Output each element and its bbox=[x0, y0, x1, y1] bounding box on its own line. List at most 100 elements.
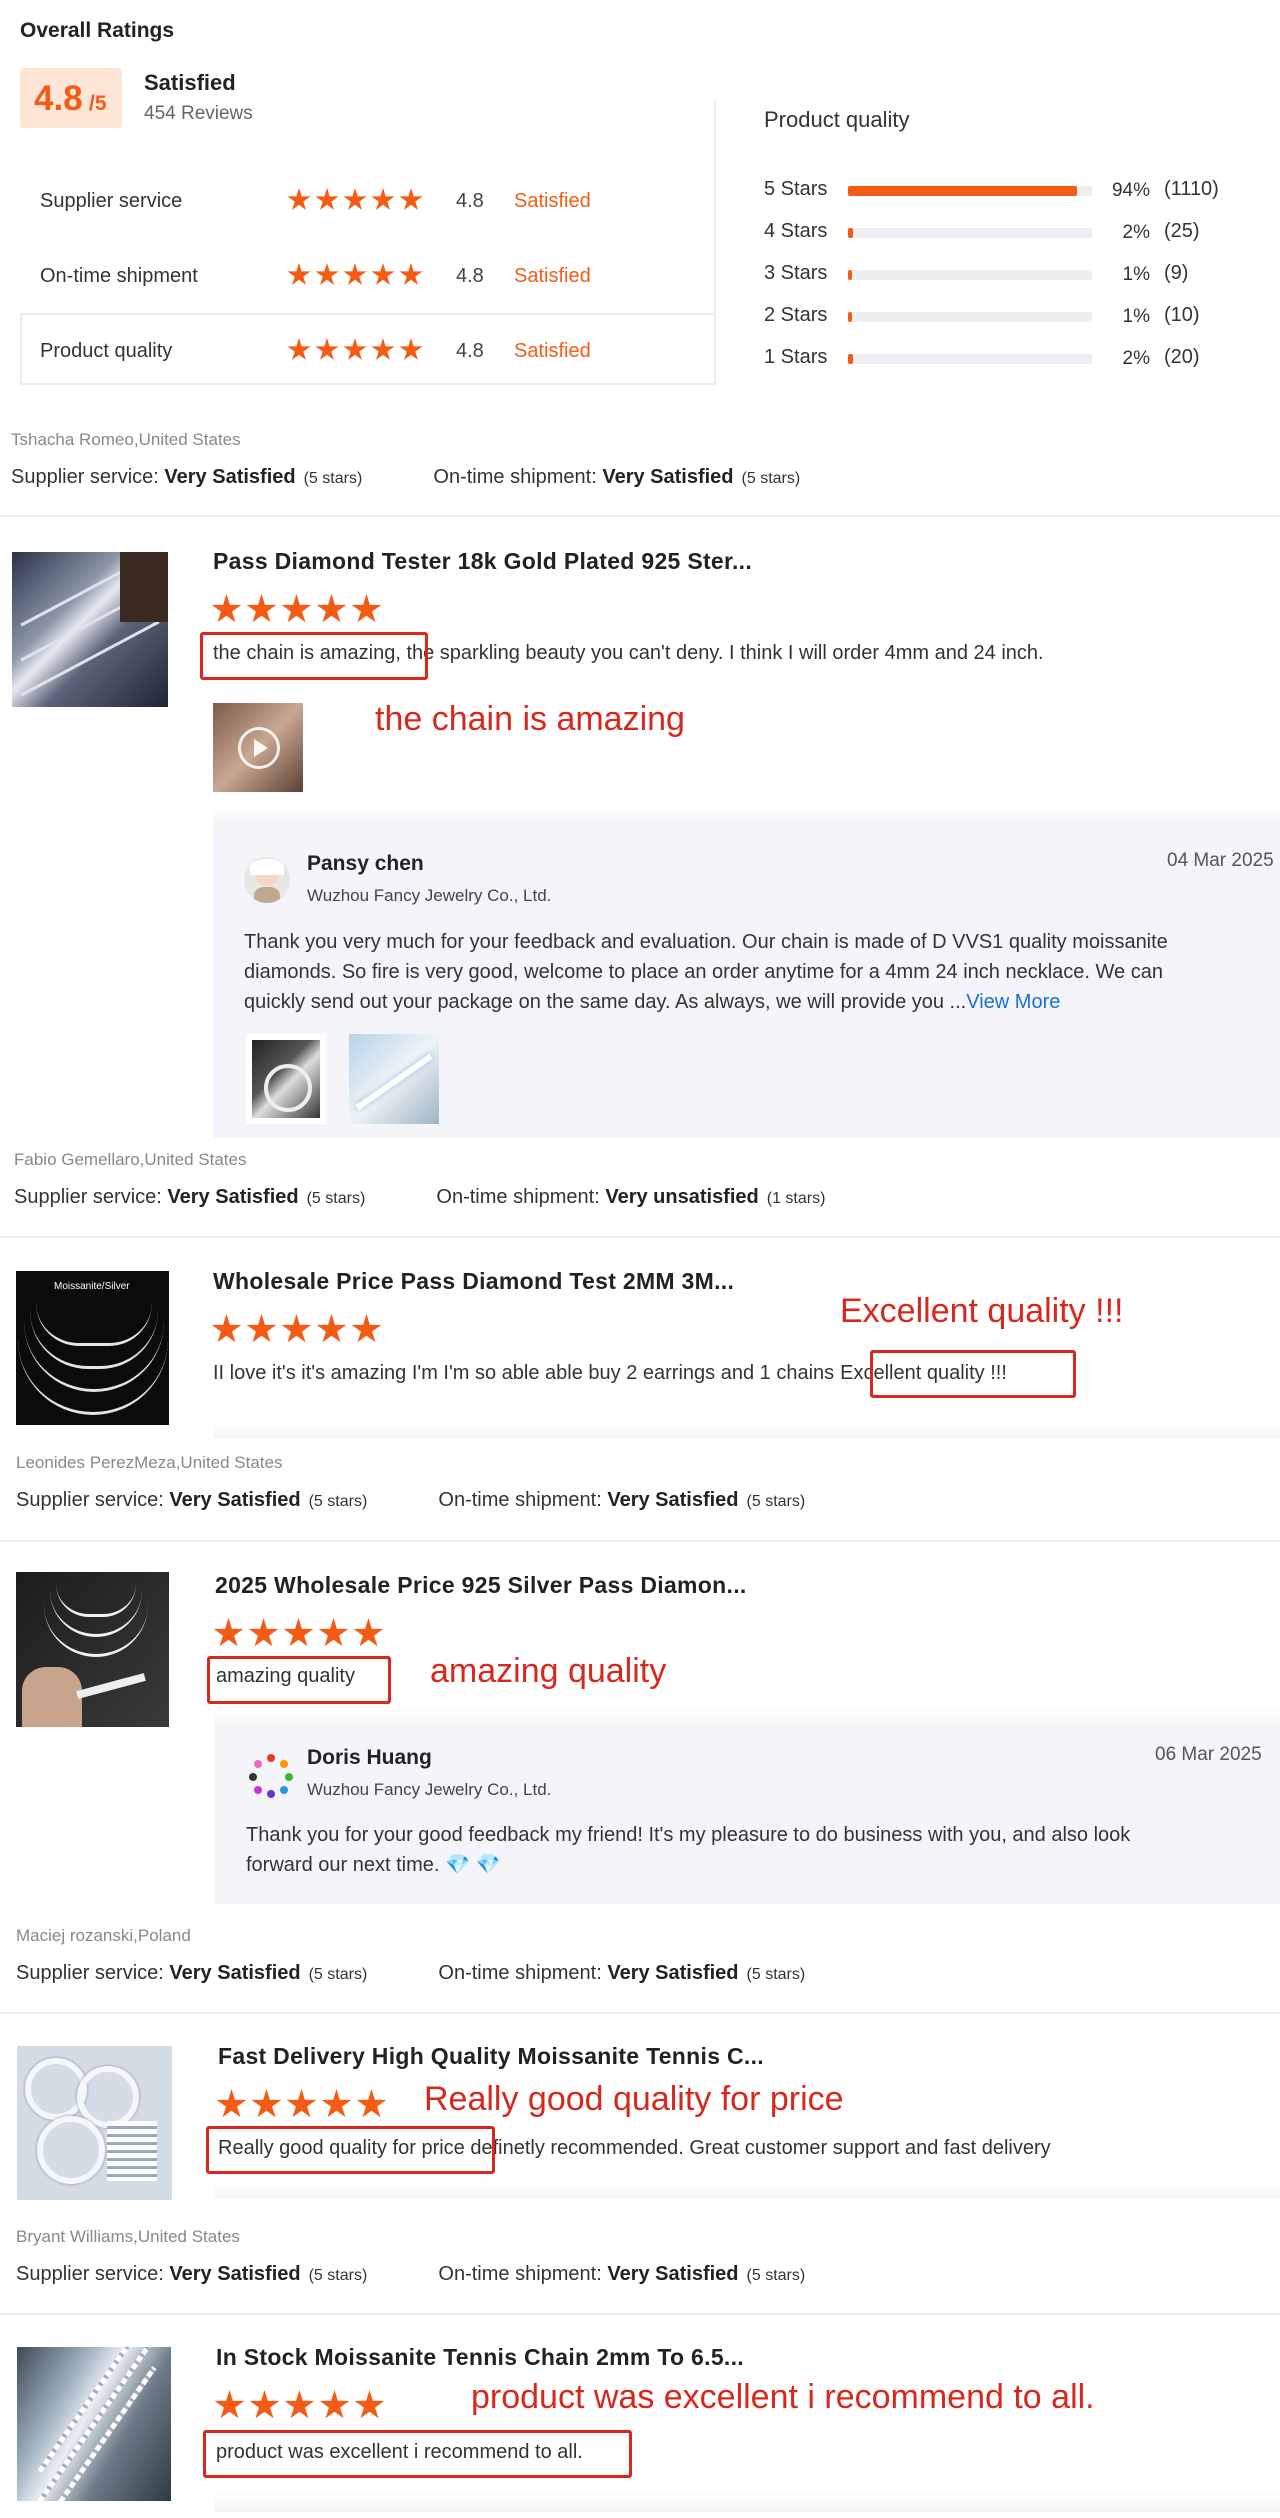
product-title[interactable]: Pass Diamond Tester 18k Gold Plated 925 … bbox=[213, 548, 752, 575]
product-thumbnail[interactable] bbox=[17, 2046, 172, 2200]
supplier-service-label: Supplier service: bbox=[16, 1962, 164, 1984]
review-ratings-line: Supplier service: Very Satisfied (5 stars… bbox=[16, 2263, 805, 2286]
star-icon bbox=[351, 594, 382, 623]
star-icon bbox=[321, 2089, 352, 2118]
category-label: Supplier service bbox=[40, 190, 183, 212]
reply-fade bbox=[215, 2180, 1280, 2198]
star-icon bbox=[246, 1314, 277, 1343]
star-icon bbox=[399, 188, 423, 210]
reviewer-name: Maciej rozanski,Poland bbox=[16, 1926, 191, 1945]
reply-fade bbox=[213, 803, 1280, 825]
product-title[interactable]: Wholesale Price Pass Diamond Test 2MM 3M… bbox=[213, 1268, 734, 1295]
supplier-service-label: Supplier service: bbox=[16, 2263, 164, 2285]
reply-avatar bbox=[244, 857, 290, 903]
ontime-shipment-rating: Very unsatisfied bbox=[605, 1186, 759, 1208]
ontime-shipment-label: On-time shipment: bbox=[438, 1489, 602, 1511]
review-ratings-line: Supplier service: Very Satisfied (5 stars… bbox=[11, 466, 800, 489]
star-level-label: 5 Stars bbox=[764, 178, 828, 200]
star-level-label: 4 Stars bbox=[764, 220, 828, 242]
highlight-box bbox=[870, 1350, 1076, 1398]
supplier-reply: Pansy chen Wuzhou Fancy Jewelry Co., Ltd… bbox=[213, 825, 1280, 1138]
product-thumbnail[interactable] bbox=[16, 1572, 169, 1727]
rating-category-row: Supplier service 4.8 Satisfied bbox=[40, 188, 700, 218]
reply-fade bbox=[215, 1706, 1280, 1728]
ontime-shipment-label: On-time shipment: bbox=[438, 2263, 602, 2285]
annotation-text: the chain is amazing bbox=[375, 700, 685, 738]
reply-company: Wuzhou Fancy Jewelry Co., Ltd. bbox=[307, 886, 552, 905]
distribution-bar-fill bbox=[848, 186, 1077, 196]
annotation-text: Excellent quality !!! bbox=[840, 1292, 1124, 1330]
reply-avatar bbox=[248, 1752, 294, 1798]
supplier-service-rating: Very Satisfied bbox=[169, 2263, 301, 2285]
star-icon bbox=[281, 594, 312, 623]
distribution-count: (1110) bbox=[1164, 178, 1219, 200]
star-icon bbox=[315, 188, 339, 210]
divider bbox=[0, 515, 1280, 517]
star-icon bbox=[211, 594, 242, 623]
star-icon bbox=[316, 594, 347, 623]
star-icon bbox=[356, 2089, 387, 2118]
star-icon bbox=[315, 263, 339, 285]
divider bbox=[0, 1236, 1280, 1238]
category-label: On-time shipment bbox=[40, 265, 198, 287]
review-text-rest: the sparkling beauty you can't deny. I t… bbox=[400, 642, 1044, 664]
distribution-percent: 94% bbox=[1111, 180, 1150, 201]
star-icon bbox=[286, 2089, 317, 2118]
star-icon bbox=[316, 1314, 347, 1343]
product-thumbnail[interactable] bbox=[12, 552, 168, 707]
ontime-shipment-rating: Very Satisfied bbox=[607, 2263, 739, 2285]
product-title[interactable]: 2025 Wholesale Price 925 Silver Pass Dia… bbox=[215, 1572, 747, 1599]
reply-line: Thank you very much for your feedback an… bbox=[244, 931, 1168, 953]
star-icon bbox=[343, 338, 367, 360]
reply-image[interactable] bbox=[246, 1034, 326, 1124]
distribution-bar bbox=[848, 270, 1092, 280]
review-stars bbox=[213, 1618, 388, 1649]
category-stars bbox=[287, 188, 427, 212]
star-icon bbox=[343, 263, 367, 285]
distribution-bar bbox=[848, 312, 1092, 322]
star-distribution-row: 1 Stars 2% (20) bbox=[764, 346, 1244, 372]
overall-ratings-title: Overall Ratings bbox=[20, 19, 175, 42]
thumbnail-label: Moissanite/Silver bbox=[54, 1281, 130, 1292]
review-text-rest: II love it's it's amazing I'm I'm so abl… bbox=[213, 1362, 835, 1384]
distribution-bar bbox=[848, 228, 1092, 238]
star-icon bbox=[354, 2390, 385, 2419]
star-icon bbox=[249, 2390, 280, 2419]
reply-line: diamonds. So fire is very good, welcome … bbox=[244, 961, 1163, 983]
product-thumbnail[interactable] bbox=[17, 2347, 171, 2501]
play-icon bbox=[238, 727, 280, 769]
distribution-count: (25) bbox=[1164, 220, 1200, 242]
rating-category-row: Product quality 4.8 Satisfied bbox=[40, 338, 700, 368]
view-more-link[interactable]: View More bbox=[966, 991, 1060, 1013]
annotation-text: Really good quality for price bbox=[424, 2080, 844, 2118]
reviewer-name: Fabio Gemellaro,United States bbox=[14, 1150, 247, 1169]
review-stars bbox=[216, 2089, 391, 2120]
star-distribution-row: 2 Stars 1% (10) bbox=[764, 304, 1244, 330]
product-thumbnail[interactable]: Moissanite/Silver bbox=[16, 1271, 169, 1425]
product-title[interactable]: Fast Delivery High Quality Moissanite Te… bbox=[218, 2043, 764, 2070]
review-video-thumbnail[interactable] bbox=[213, 703, 303, 792]
divider bbox=[0, 2012, 1280, 2014]
review-stars bbox=[211, 594, 386, 625]
product-title[interactable]: In Stock Moissanite Tennis Chain 2mm To … bbox=[216, 2344, 744, 2371]
ontime-shipment-stars: (5 stars) bbox=[746, 1493, 806, 1510]
divider bbox=[0, 1540, 1280, 1542]
reply-company: Wuzhou Fancy Jewelry Co., Ltd. bbox=[307, 1780, 552, 1799]
star-icon bbox=[315, 338, 339, 360]
supplier-service-rating: Very Satisfied bbox=[164, 466, 296, 488]
supplier-service-stars: (5 stars) bbox=[306, 1190, 366, 1207]
reply-text: Thank you very much for your feedback an… bbox=[244, 927, 1264, 1017]
ontime-shipment-rating: Very Satisfied bbox=[602, 466, 734, 488]
distribution-count: (20) bbox=[1164, 346, 1200, 368]
category-status: Satisfied bbox=[514, 340, 591, 362]
star-icon bbox=[246, 594, 277, 623]
supplier-service-stars: (5 stars) bbox=[303, 470, 363, 487]
star-icon bbox=[287, 188, 311, 210]
distribution-bar-fill bbox=[848, 312, 852, 322]
distribution-bar bbox=[848, 354, 1092, 364]
reply-image[interactable] bbox=[349, 1034, 439, 1124]
ontime-shipment-stars: (1 stars) bbox=[766, 1190, 826, 1207]
ontime-shipment-stars: (5 stars) bbox=[746, 1966, 806, 1983]
star-level-label: 2 Stars bbox=[764, 304, 828, 326]
category-score: 4.8 bbox=[456, 265, 484, 287]
